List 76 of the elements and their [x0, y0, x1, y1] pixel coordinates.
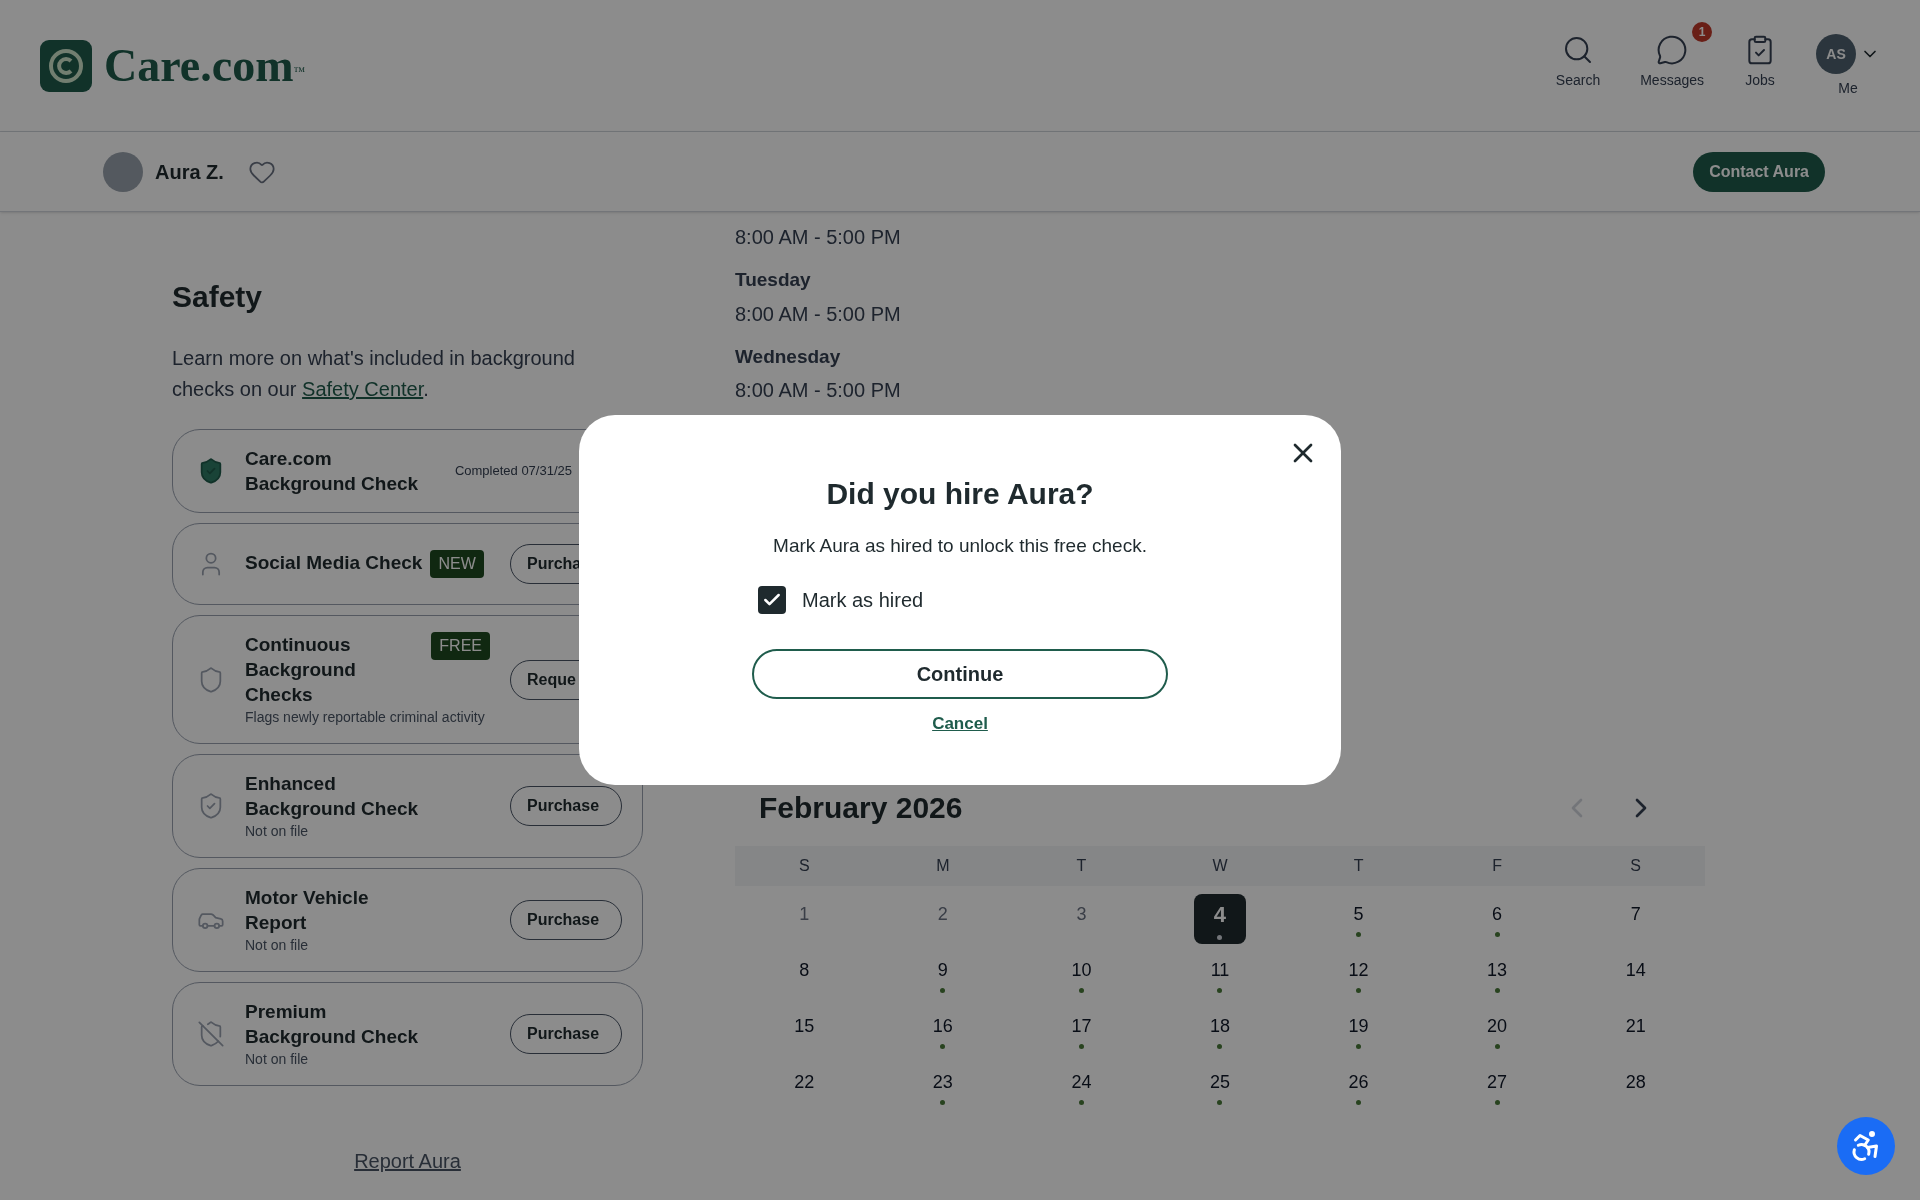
calendar-day[interactable]: 19	[1332, 1006, 1385, 1056]
weekday-label: S	[797, 856, 811, 876]
calendar-day[interactable]: 15	[778, 1006, 831, 1056]
mark-hired-checkbox[interactable]	[758, 585, 786, 614]
calendar-day[interactable]: 27	[1471, 1062, 1524, 1112]
calendar-day[interactable]: 1	[778, 894, 831, 944]
safety-center-link[interactable]: Safety Center	[302, 378, 424, 400]
chat-bubble-icon	[1656, 33, 1689, 66]
user-avatar[interactable]: AS	[1816, 33, 1856, 74]
check-subtitle: Flags newly reportable criminal activity	[245, 708, 486, 727]
accessibility-button[interactable]	[1837, 1117, 1895, 1175]
calendar-day[interactable]: 20	[1471, 1006, 1524, 1056]
check-title: Enhanced Background Check	[245, 772, 420, 821]
weekday-label: T	[1075, 856, 1088, 876]
check-badge: FREE	[431, 632, 490, 660]
schedule-time: 8:00 AM - 5:00 PM	[735, 301, 902, 327]
nav-item[interactable]: Jobs	[1744, 33, 1776, 90]
schedule-time: 8:00 AM - 5:00 PM	[735, 378, 902, 403]
dialog-title: Did you hire Aura?	[826, 476, 1094, 512]
calendar-day[interactable]: 21	[1609, 1006, 1662, 1056]
schedule-time: 8:00 AM - 5:00 PM	[735, 225, 902, 250]
calendar-day[interactable]: 6	[1471, 894, 1524, 944]
check-title: Motor Vehicle Report	[245, 886, 370, 935]
calendar-day[interactable]: 4	[1194, 894, 1246, 944]
calendar-day[interactable]: 22	[778, 1062, 831, 1112]
schedule-day: Wednesday	[735, 342, 1705, 371]
calendar-day[interactable]: 2	[916, 894, 969, 944]
calendar-day[interactable]: 14	[1609, 950, 1662, 1000]
calendar-day[interactable]: 12	[1332, 950, 1385, 1000]
check-title: Continuous Background Checks	[245, 633, 357, 707]
check-title: Premium Background Check	[245, 1000, 420, 1049]
nav-item[interactable]: Search	[1555, 33, 1601, 90]
check-title: Social Media Check	[245, 551, 423, 575]
calendar-day[interactable]: 23	[916, 1062, 969, 1112]
schedule-day: Tuesday	[735, 266, 1705, 295]
checkbox-label: Mark as hired	[802, 587, 924, 613]
intro-text: Learn more on what's included in background checks on our Safety Center.	[172, 346, 576, 402]
calendar-day[interactable]: 25	[1194, 1062, 1246, 1112]
calendar-month: February 2026	[759, 790, 963, 826]
calendar-day[interactable]: 11	[1194, 950, 1246, 1000]
calendar-day[interactable]: 16	[916, 1006, 969, 1056]
logo-icon	[40, 39, 92, 92]
notification-badge: 1	[1692, 21, 1712, 42]
continue-button[interactable]: Continue	[752, 648, 1168, 699]
calendar-day[interactable]: 18	[1194, 1006, 1246, 1056]
calendar-day[interactable]: 26	[1332, 1062, 1385, 1112]
cancel-link[interactable]: Cancel	[932, 710, 988, 736]
me-label: Me	[1838, 78, 1858, 98]
check-status: Completed 07/31/25	[454, 462, 572, 481]
dialog-message: Mark Aura as hired to unlock this free check.	[773, 534, 1147, 558]
check-subtitle: Not on file	[245, 1050, 310, 1069]
calendar-day[interactable]: 8	[778, 950, 831, 1000]
calendar-day[interactable]: 9	[916, 950, 969, 1000]
calendar-day[interactable]: 3	[1055, 894, 1108, 944]
weekday-label: M	[935, 856, 951, 876]
report-link[interactable]: Report Aura	[354, 1146, 461, 1176]
weekday-label: S	[1629, 856, 1643, 876]
contact-button[interactable]: Contact Aura	[1693, 151, 1825, 192]
check-subtitle: Not on file	[245, 936, 310, 955]
calendar-day[interactable]: 10	[1055, 950, 1108, 1000]
check-title: Care.com Background Check	[245, 447, 420, 496]
logo-text[interactable]: Care.com$^{™}$	[104, 31, 306, 100]
weekday-label: F	[1491, 856, 1503, 876]
calendar-day[interactable]: 24	[1055, 1062, 1108, 1112]
weekday-label: W	[1211, 856, 1229, 876]
check-subtitle: Not on file	[245, 822, 310, 841]
check-badge: NEW	[430, 550, 484, 578]
calendar-day[interactable]: 28	[1609, 1062, 1662, 1112]
calendar-day[interactable]: 17	[1055, 1006, 1108, 1056]
profile-name: Aura Z.	[155, 159, 224, 185]
section-title: Safety	[172, 279, 264, 315]
calendar-day[interactable]: 13	[1471, 950, 1524, 1000]
calendar-day[interactable]: 5	[1332, 894, 1385, 944]
calendar-day[interactable]: 7	[1609, 894, 1662, 944]
avatar-placeholder	[103, 151, 143, 192]
weekday-label: T	[1352, 856, 1365, 876]
